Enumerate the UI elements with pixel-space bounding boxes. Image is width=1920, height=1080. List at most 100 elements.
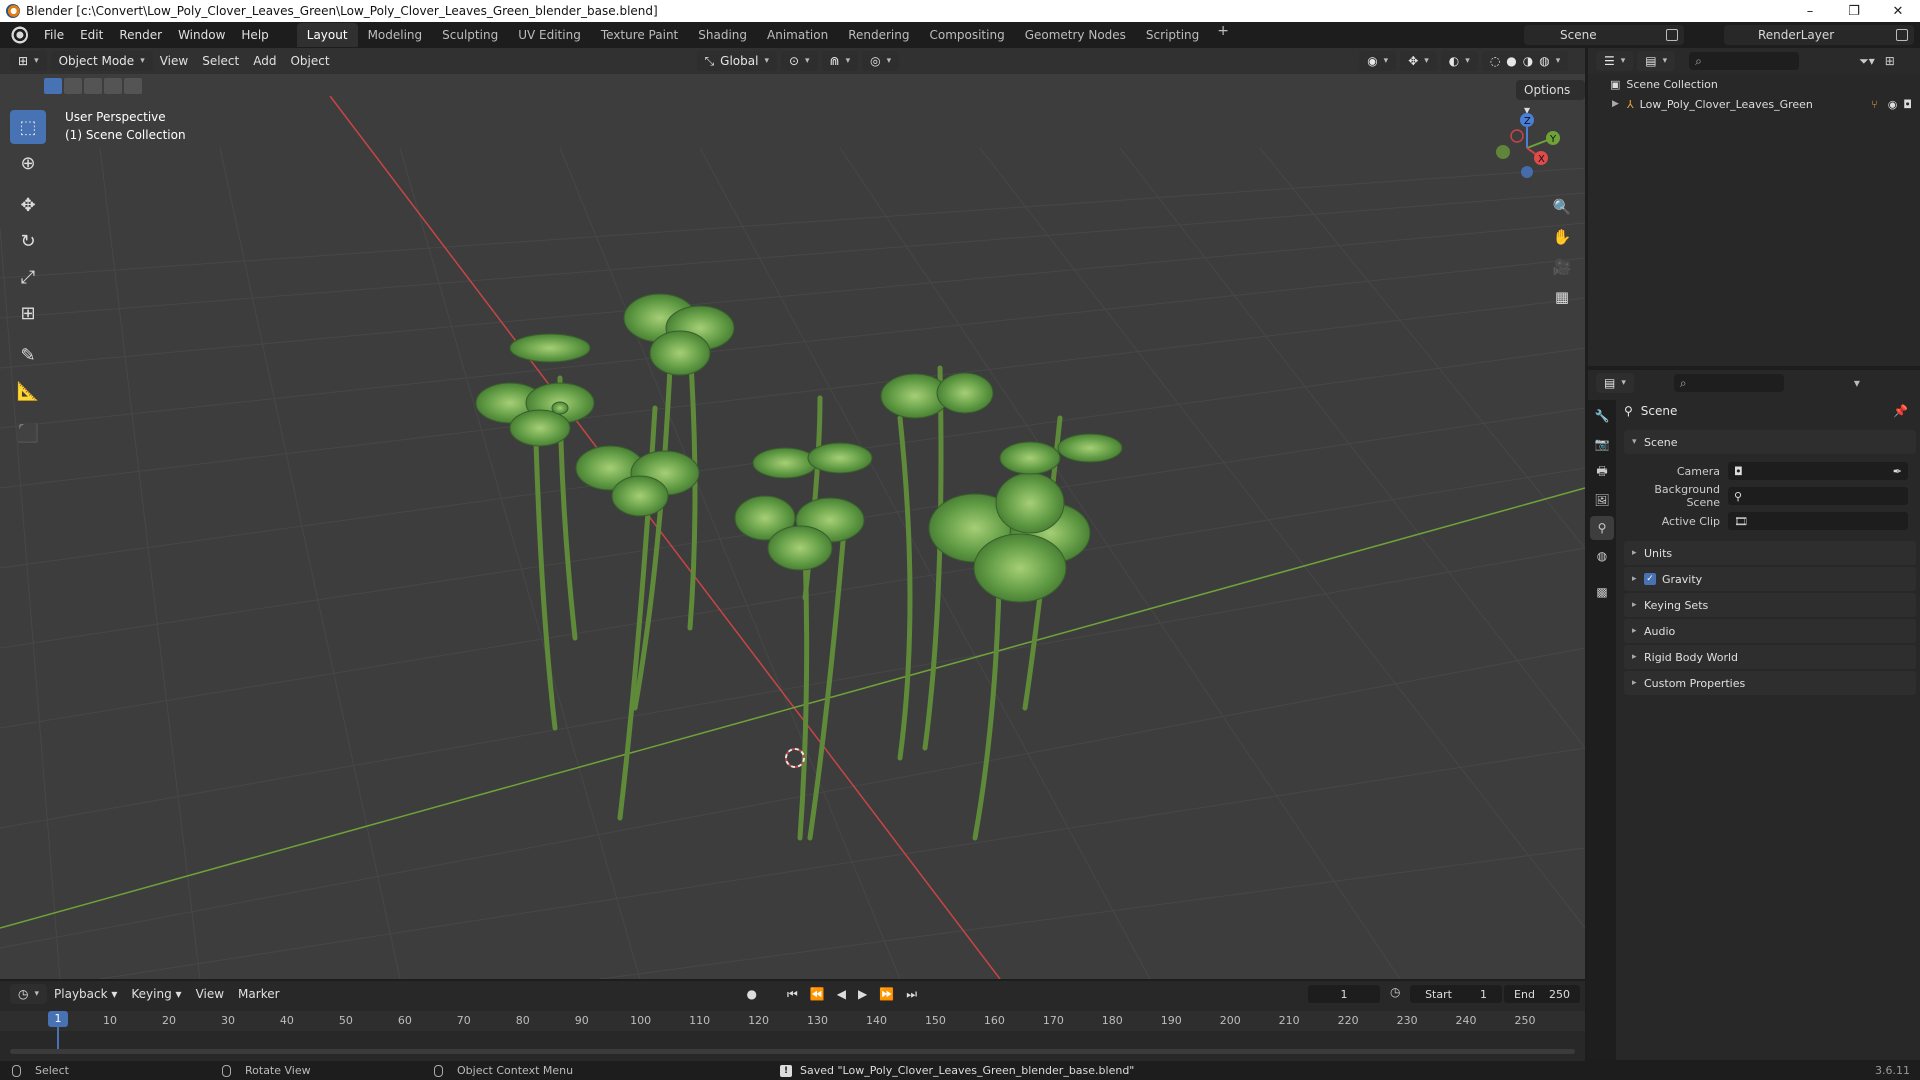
timeline-editor-type[interactable]: ◷ ▾ [10,984,48,1004]
menu-timeline-view[interactable]: View [189,987,231,1001]
pivot-point-dropdown[interactable]: ⊙ ▾ [780,51,818,71]
object-mode-dropdown[interactable]: Object Mode ▾ [50,51,153,71]
snap-dropdown[interactable]: ⋒ ▾ [821,51,859,71]
menu-file[interactable]: File [36,24,72,46]
gravity-checkbox[interactable]: ✓ [1644,573,1656,585]
view-layer-selector[interactable]: RenderLayer [1724,25,1914,45]
orthographic-toggle-icon[interactable]: ▦ [1548,283,1576,311]
gizmo-dropdown[interactable]: ✥ ▾ [1400,51,1437,71]
menu-render[interactable]: Render [111,24,170,46]
play-icon[interactable]: ▶ [858,987,867,1001]
tab-rendering[interactable]: Rendering [838,23,919,47]
outliner-scene-collection[interactable]: ▣ Scene Collection [1588,74,1920,94]
rigid-body-world-panel-header[interactable]: ▸ Rigid Body World [1624,645,1916,669]
tab-compositing[interactable]: Compositing [919,23,1014,47]
solid-shading-icon[interactable]: ● [1506,51,1516,71]
navigation-gizmo[interactable]: Z Y X [1495,110,1565,180]
select-intersect-button[interactable] [124,78,142,94]
new-collection-icon[interactable]: ⊞ [1885,54,1895,68]
proportional-edit-dropdown[interactable]: ◎ ▾ [862,51,900,71]
new-scene-icon[interactable] [1666,29,1678,41]
scene-selector[interactable]: Scene [1524,25,1684,45]
timeline-ruler[interactable]: 10 20 30 40 50 60 70 80 90 100 110 120 130 140 150 160 1… [0,1011,1585,1031]
outliner-search-input[interactable]: ⌕ [1689,52,1800,70]
tab-layout[interactable]: Layout [296,23,358,47]
properties-search-input[interactable]: ⌕ [1673,374,1784,392]
menu-playback[interactable]: Playback ▾ [47,987,124,1001]
current-frame-field[interactable]: 1 [1308,985,1380,1003]
expand-arrow-icon[interactable]: ▶ [1612,99,1619,109]
start-frame-field[interactable]: Start 1 [1410,985,1502,1003]
eyedropper-icon[interactable]: ✒ [1893,465,1902,478]
pan-hand-icon[interactable]: ✋ [1548,223,1576,251]
tab-modeling[interactable]: Modeling [358,23,433,47]
record-icon[interactable]: ● [747,987,757,1001]
tab-texture-paint[interactable]: Texture Paint [591,23,688,47]
editor-type-selector[interactable]: ⊞ ▾ [10,51,47,71]
tab-shading[interactable]: Shading [688,23,757,47]
menu-help[interactable]: Help [233,24,276,46]
active-clip-field[interactable]: 🎞 [1728,512,1908,530]
tool-tab-icon[interactable]: 🔧 [1590,404,1614,428]
scale-tool-icon[interactable]: ⤢ [10,260,46,294]
select-extend-button[interactable] [64,78,82,94]
eye-icon[interactable]: ◉ [1888,98,1898,111]
jump-end-icon[interactable]: ⏭ [906,987,917,1002]
tab-scripting[interactable]: Scripting [1136,23,1209,47]
jump-keyframe-forward-icon[interactable]: ⏩ [879,987,894,1001]
measure-tool-icon[interactable]: 📐 [10,374,46,408]
end-frame-field[interactable]: End 250 [1504,985,1580,1003]
visibility-dropdown[interactable]: ◉ ▾ [1359,51,1397,71]
add-workspace-button[interactable]: + [1209,23,1237,47]
filter-icon[interactable]: ⏷▾ [1859,54,1875,69]
audio-panel-header[interactable]: ▸ Audio [1624,619,1916,643]
outliner-object-row[interactable]: ▶ ⅄ Low_Poly_Clover_Leaves_Green ⑂ ◉ ◘ [1588,94,1920,114]
rotate-tool-icon[interactable]: ↻ [10,224,46,258]
menu-object[interactable]: Object [283,54,336,68]
texture-tab-icon[interactable]: ▩ [1590,580,1614,604]
annotate-tool-icon[interactable]: ✎ [10,338,46,372]
cursor-tool-icon[interactable]: ⊕ [10,146,46,180]
camera-view-icon[interactable]: 🎥 [1548,253,1576,281]
chevron-down-icon[interactable]: ▾ [1854,376,1860,390]
playhead-frame-indicator[interactable]: 1 [48,1011,68,1027]
output-tab-icon[interactable]: 🖶 [1590,460,1614,484]
stopwatch-icon[interactable]: ◷ [1390,985,1400,999]
select-new-button[interactable] [44,78,62,94]
3d-cursor[interactable] [785,748,805,768]
menu-keying[interactable]: Keying ▾ [124,987,188,1001]
render-tab-icon[interactable]: 📷 [1590,432,1614,456]
pin-icon[interactable]: 📌 [1893,404,1908,418]
tab-sculpting[interactable]: Sculpting [432,23,508,47]
play-reverse-icon[interactable]: ◀ [837,987,846,1001]
blender-menu-icon[interactable] [10,26,28,44]
background-scene-field[interactable]: ⚲ [1728,487,1908,505]
menu-marker[interactable]: Marker [231,987,286,1001]
transform-tool-icon[interactable]: ⊞ [10,296,46,330]
wireframe-shading-icon[interactable]: ◌ [1490,51,1500,71]
viewport-scene[interactable] [0,48,1585,979]
view-layer-tab-icon[interactable]: 🖼 [1590,488,1614,512]
menu-view[interactable]: View [153,54,195,68]
move-tool-icon[interactable]: ✥ [10,188,46,222]
tab-geometry-nodes[interactable]: Geometry Nodes [1015,23,1136,47]
minimize-button[interactable]: – [1788,4,1832,19]
keying-sets-panel-header[interactable]: ▸ Keying Sets [1624,593,1916,617]
gravity-panel-header[interactable]: ▸ ✓ Gravity [1624,567,1916,591]
world-tab-icon[interactable]: ◍ [1590,544,1614,568]
menu-add[interactable]: Add [246,54,283,68]
select-subtract-button[interactable] [84,78,102,94]
3d-viewport[interactable]: ⊞ ▾ Object Mode ▾ View Select Add Object ⤡… [0,48,1585,979]
camera-render-icon[interactable]: ◘ [1903,98,1912,111]
timeline-scrollbar[interactable] [10,1049,1575,1054]
menu-edit[interactable]: Edit [72,24,111,46]
camera-field[interactable]: ◘ ✒ [1728,462,1908,480]
shading-modes[interactable]: ◌ ● ◑ ◍ ▾ [1481,51,1569,71]
select-box-tool-icon[interactable]: ⬚ [10,110,46,144]
scene-tab-icon[interactable]: ⚲ [1590,516,1614,540]
transform-orientation-dropdown[interactable]: ⤡ Global ▾ [696,51,777,71]
custom-properties-panel-header[interactable]: ▸ Custom Properties [1624,671,1916,695]
properties-editor-type[interactable]: ▤ ▾ [1596,373,1634,393]
tab-animation[interactable]: Animation [757,23,838,47]
outliner-editor-type[interactable]: ☰ ▾ [1596,51,1634,71]
